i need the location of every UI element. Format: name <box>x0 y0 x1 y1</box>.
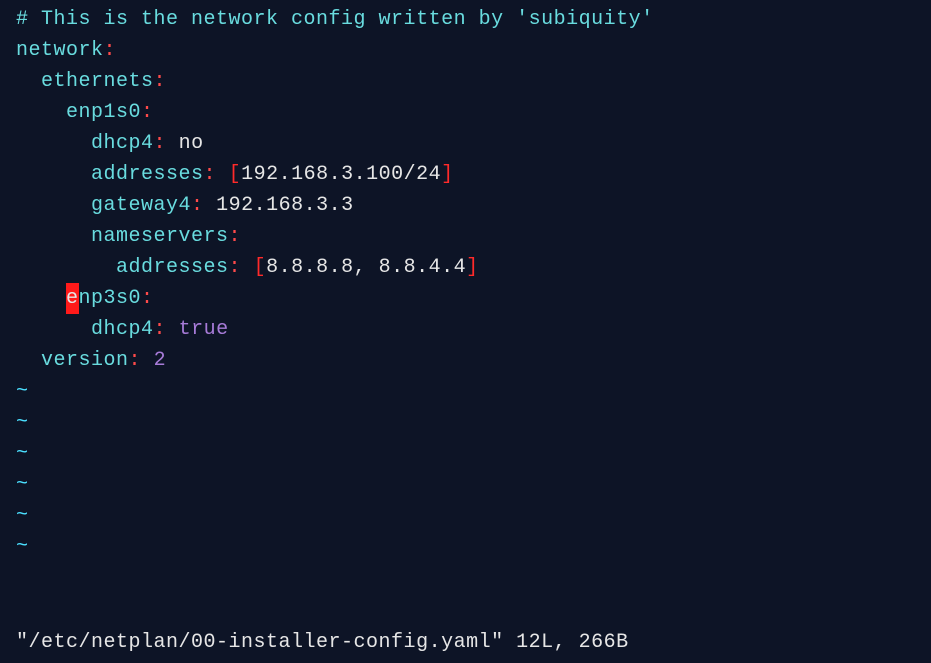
tilde-icon: ~ <box>16 442 29 465</box>
code-line: enp3s0: <box>16 283 931 314</box>
vim-status-bar: "/etc/netplan/00-installer-config.yaml" … <box>16 627 629 658</box>
vim-cursor: e <box>66 283 79 314</box>
open-bracket-icon: [ <box>254 256 267 279</box>
code-line: addresses: [192.168.3.100/24] <box>16 159 931 190</box>
tilde-icon: ~ <box>16 380 29 403</box>
code-line: gateway4: 192.168.3.3 <box>16 190 931 221</box>
yaml-key: enp1s0 <box>66 101 141 124</box>
vim-editor[interactable]: # This is the network config written by … <box>0 0 931 663</box>
colon: : <box>141 287 154 310</box>
yaml-value: 192.168.3.100/24 <box>241 163 441 186</box>
vim-empty-line: ~ <box>16 469 931 500</box>
colon: : <box>229 256 242 279</box>
yaml-key: ethernets <box>41 70 154 93</box>
comment-text: # This is the network config written by … <box>16 8 654 31</box>
code-line: enp1s0: <box>16 97 931 128</box>
colon: : <box>204 163 217 186</box>
vim-empty-line: ~ <box>16 438 931 469</box>
tilde-icon: ~ <box>16 473 29 496</box>
code-line: network: <box>16 35 931 66</box>
tilde-icon: ~ <box>16 535 29 558</box>
close-bracket-icon: ] <box>466 256 479 279</box>
colon: : <box>129 349 142 372</box>
colon: : <box>191 194 204 217</box>
close-bracket-icon: ] <box>441 163 454 186</box>
code-line: addresses: [8.8.8.8, 8.8.4.4] <box>16 252 931 283</box>
yaml-value: 2 <box>154 349 167 372</box>
vim-empty-line: ~ <box>16 407 931 438</box>
yaml-value: no <box>179 132 204 155</box>
yaml-value: 192.168.3.3 <box>216 194 354 217</box>
yaml-value: 8.8.8.8, 8.8.4.4 <box>266 256 466 279</box>
colon: : <box>154 70 167 93</box>
yaml-key: dhcp4 <box>91 132 154 155</box>
tilde-icon: ~ <box>16 504 29 527</box>
vim-empty-line: ~ <box>16 376 931 407</box>
yaml-key: nameservers <box>91 225 229 248</box>
yaml-key: np3s0 <box>79 287 142 310</box>
vim-empty-line: ~ <box>16 531 931 562</box>
open-bracket-icon: [ <box>229 163 242 186</box>
code-line: # This is the network config written by … <box>16 4 931 35</box>
code-line: dhcp4: true <box>16 314 931 345</box>
colon: : <box>104 39 117 62</box>
code-line: nameservers: <box>16 221 931 252</box>
code-line: version: 2 <box>16 345 931 376</box>
colon: : <box>154 318 167 341</box>
yaml-boolean: true <box>179 318 229 341</box>
yaml-key: addresses <box>91 163 204 186</box>
code-line: ethernets: <box>16 66 931 97</box>
yaml-key: addresses <box>116 256 229 279</box>
yaml-key: gateway4 <box>91 194 191 217</box>
colon: : <box>229 225 242 248</box>
yaml-key: network <box>16 39 104 62</box>
tilde-icon: ~ <box>16 411 29 434</box>
yaml-key: dhcp4 <box>91 318 154 341</box>
colon: : <box>141 101 154 124</box>
code-line: dhcp4: no <box>16 128 931 159</box>
vim-empty-line: ~ <box>16 500 931 531</box>
colon: : <box>154 132 167 155</box>
yaml-key: version <box>41 349 129 372</box>
